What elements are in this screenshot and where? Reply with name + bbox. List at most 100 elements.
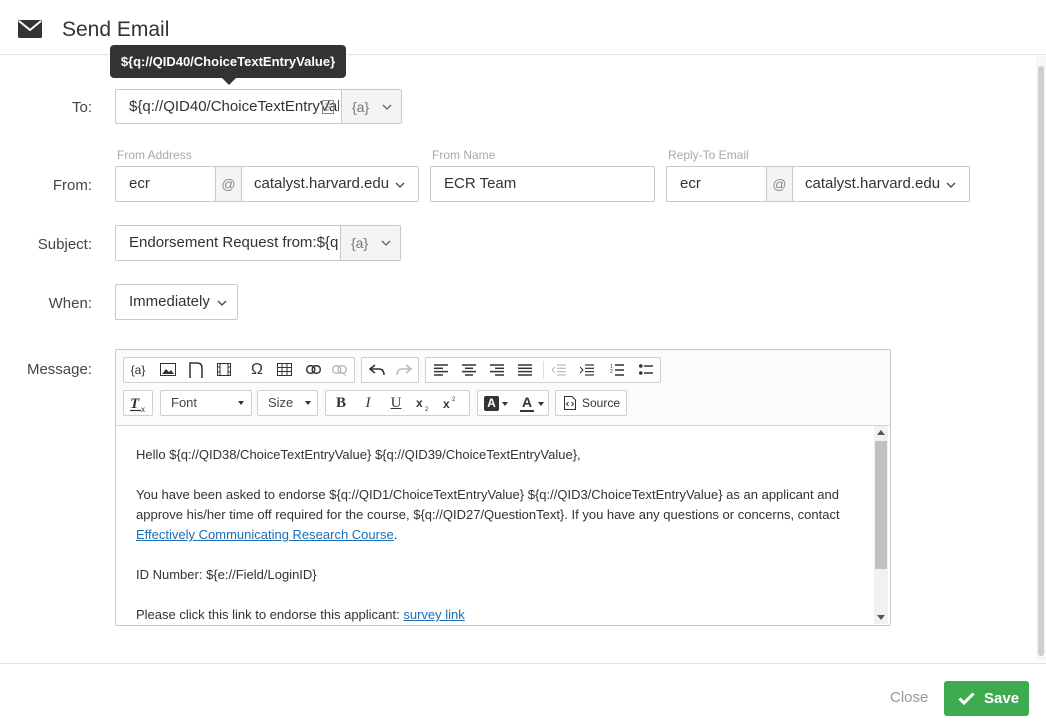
image-icon[interactable] <box>160 363 176 376</box>
editor-scrollbar-thumb[interactable] <box>875 441 887 569</box>
to-piped-text-button[interactable]: {a} <box>341 90 401 123</box>
tooltip-arrow <box>222 78 236 85</box>
caret-down-icon <box>305 401 311 405</box>
chevron-down-icon[interactable] <box>395 182 405 188</box>
chevron-down-icon[interactable] <box>946 182 956 188</box>
link-icon[interactable] <box>306 365 321 374</box>
indent-icon[interactable] <box>580 364 594 376</box>
toolbar-group-style: B I U x2 x2 <box>325 390 470 416</box>
chevron-down-icon <box>382 104 392 110</box>
font-select-label: Font <box>171 395 198 410</box>
flash-icon[interactable] <box>189 362 203 378</box>
svg-text:T: T <box>130 396 140 412</box>
close-button[interactable]: Close <box>890 689 928 706</box>
page-scrollbar[interactable] <box>1036 56 1046 660</box>
bullet-list-icon[interactable] <box>639 363 653 377</box>
body-text-end: . <box>393 527 398 542</box>
outdent-icon <box>552 364 566 376</box>
to-tooltip: ${q://QID40/ChoiceTextEntryValue} <box>110 45 346 78</box>
caret-down-icon <box>238 401 244 405</box>
envelope-icon <box>18 20 42 38</box>
underline-button[interactable]: U <box>383 391 409 415</box>
reply-to-user-input[interactable]: ecr <box>667 167 778 201</box>
scroll-down-icon[interactable] <box>877 615 885 620</box>
source-button[interactable]: Source <box>555 390 627 416</box>
endorse-link-text: Please click this link to endorse this a… <box>136 607 404 622</box>
greeting-line: Hello ${q://QID38/ChoiceTextEntryValue} … <box>136 447 581 462</box>
page-scrollbar-thumb[interactable] <box>1038 66 1044 656</box>
from-address-group: ecr @ catalyst.harvard.edu <box>115 166 419 202</box>
from-label: From: <box>52 177 92 194</box>
to-field-group: ${q://QID40/ChoiceTextEntryValue} {a} <box>115 89 402 124</box>
remove-format-icon[interactable]: Tx <box>130 395 148 412</box>
svg-text:2: 2 <box>610 369 613 375</box>
italic-button[interactable]: I <box>355 391 381 415</box>
undo-icon[interactable] <box>369 364 385 376</box>
save-label: Save <box>984 690 1020 707</box>
align-center-icon[interactable] <box>462 364 476 376</box>
bold-button[interactable]: B <box>328 391 354 415</box>
source-label: Source <box>582 396 621 410</box>
editor-toolbar: {a} Ω 12 Tx Font Size B I U x 2 x 2 A A … <box>116 350 890 426</box>
svg-text:x: x <box>416 397 423 410</box>
from-address-user-input[interactable]: ecr <box>116 167 227 201</box>
piped-text-button[interactable]: {a} <box>125 358 151 382</box>
when-select[interactable]: Immediately <box>115 284 238 320</box>
editor-scrollbar[interactable] <box>874 426 888 624</box>
svg-text:2: 2 <box>452 397 456 403</box>
piped-text-label: {a} <box>352 99 370 115</box>
message-body[interactable]: Hello ${q://QID38/ChoiceTextEntryValue} … <box>136 445 856 645</box>
message-editor: {a} Ω 12 Tx Font Size B I U x 2 x 2 A A … <box>115 349 891 626</box>
when-label: When: <box>48 295 92 312</box>
subject-piped-text-button[interactable]: {a} <box>340 226 400 260</box>
subscript-icon[interactable]: x2 <box>416 397 432 411</box>
dialog-title: Send Email <box>62 18 170 41</box>
when-value: Immediately <box>129 293 210 310</box>
chevron-down-icon <box>381 240 391 246</box>
toolbar-group-align: 12 <box>425 357 661 383</box>
table-icon[interactable] <box>277 363 292 376</box>
save-button[interactable]: Save <box>944 681 1029 716</box>
subject-label: Subject: <box>37 236 92 253</box>
svg-text:x: x <box>443 397 450 410</box>
redo-icon <box>396 364 412 376</box>
svg-text:x: x <box>141 405 145 412</box>
course-link[interactable]: Effectively Communicating Research Cours… <box>136 527 394 542</box>
background-color-button[interactable]: A <box>484 396 499 411</box>
align-justify-icon[interactable] <box>518 364 532 376</box>
toolbar-group-color: A A <box>477 390 549 416</box>
subject-input[interactable]: Endorsement Request from:${q <box>116 226 351 260</box>
from-name-label: From Name <box>432 148 496 162</box>
subject-field-group: Endorsement Request from:${q {a} <box>115 225 401 261</box>
text-color-button[interactable]: A <box>520 394 534 412</box>
survey-link[interactable]: survey link <box>403 607 464 622</box>
special-char-button[interactable]: Ω <box>244 358 270 382</box>
scroll-up-icon[interactable] <box>877 430 885 435</box>
chevron-down-icon <box>217 300 227 306</box>
to-input[interactable]: ${q://QID40/ChoiceTextEntryValue} <box>116 90 339 123</box>
align-right-icon[interactable] <box>490 364 504 376</box>
size-select[interactable]: Size <box>257 390 318 416</box>
reply-to-group: ecr @ catalyst.harvard.edu <box>666 166 970 202</box>
source-code-icon <box>564 396 576 410</box>
at-symbol: @ <box>215 167 242 201</box>
body-paragraph: You have been asked to endorse ${q://QID… <box>136 485 856 545</box>
caret-down-icon[interactable] <box>538 402 544 406</box>
reply-to-domain-select[interactable]: catalyst.harvard.edu <box>792 167 955 201</box>
from-address-label: From Address <box>117 148 192 162</box>
endorse-link-line: Please click this link to endorse this a… <box>136 605 856 625</box>
svg-text:2: 2 <box>425 407 429 411</box>
align-left-icon[interactable] <box>434 364 448 376</box>
from-domain-select[interactable]: catalyst.harvard.edu <box>241 167 404 201</box>
size-select-label: Size <box>268 395 294 410</box>
from-name-input[interactable]: ECR Team <box>431 167 654 201</box>
video-icon[interactable] <box>217 363 231 376</box>
address-book-icon[interactable] <box>322 100 334 114</box>
numbered-list-icon[interactable]: 12 <box>610 363 624 377</box>
superscript-icon[interactable]: x2 <box>443 396 459 410</box>
from-name-group: ECR Team <box>430 166 655 202</box>
caret-down-icon[interactable] <box>502 402 508 406</box>
font-select[interactable]: Font <box>160 390 252 416</box>
reply-to-label: Reply-To Email <box>668 148 749 162</box>
toolbar-group-insert: {a} Ω <box>123 357 355 383</box>
